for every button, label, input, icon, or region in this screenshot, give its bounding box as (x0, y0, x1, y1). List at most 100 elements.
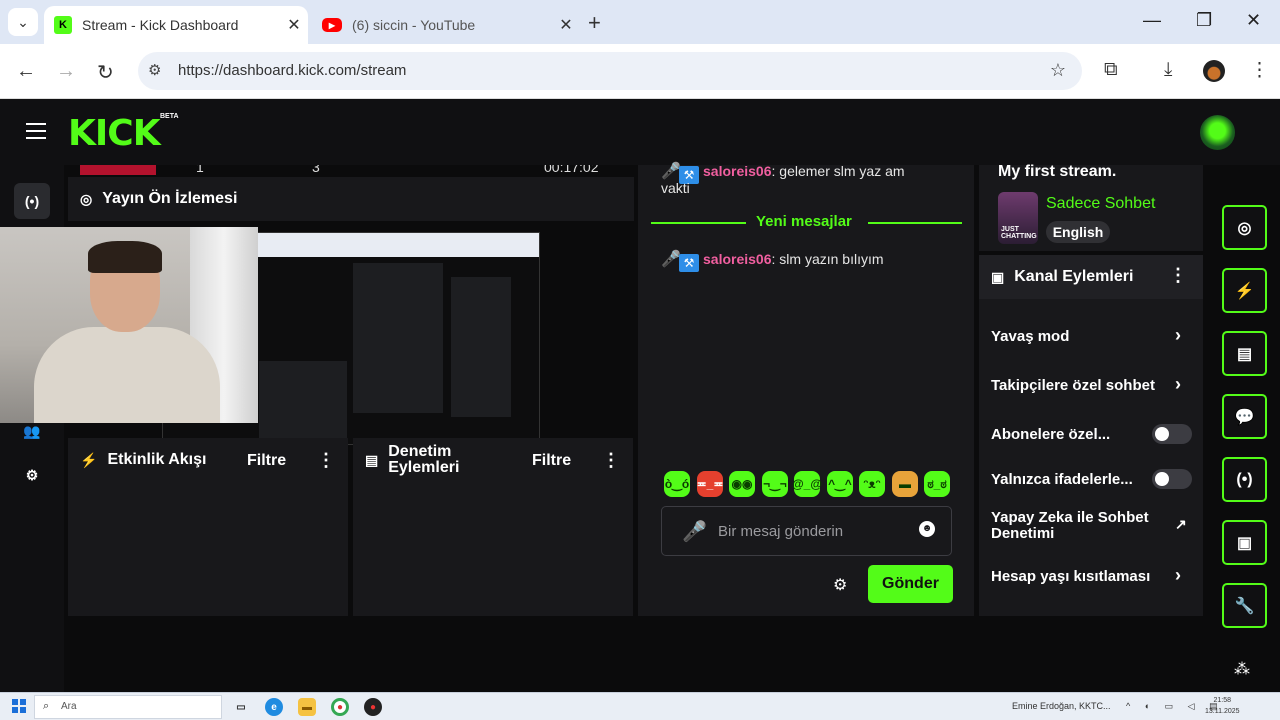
category-link[interactable]: Sadece Sohbet (1046, 195, 1155, 213)
emote-angel-icon[interactable]: ò‿ó (664, 471, 690, 497)
more-options-icon[interactable]: ⋮ (1169, 265, 1187, 286)
preview-actions (451, 277, 511, 417)
windows-start-icon[interactable] (12, 699, 26, 713)
emote-grin-icon[interactable]: ^‿^ (827, 471, 853, 497)
category-thumbnail: JUST CHATTING (998, 192, 1038, 244)
preview-toggle-icon[interactable]: ◎ (1222, 205, 1267, 250)
menu-icon[interactable]: ⋮ (1250, 59, 1269, 82)
channel-actions-toggle-icon[interactable]: ▣ (1222, 520, 1267, 565)
kick-logo[interactable]: KICK (68, 113, 161, 154)
user-avatar[interactable] (1200, 115, 1235, 150)
chrome-icon[interactable]: ● (331, 698, 349, 716)
extensions-icon[interactable]: ⧉ (1104, 59, 1118, 81)
send-button[interactable]: Gönder (868, 565, 953, 603)
news-widget[interactable]: Emine Erdoğan, KKTC... (1012, 701, 1111, 711)
tab-kick-dashboard[interactable]: K Stream - Kick Dashboard ✕ (44, 6, 308, 44)
bookmark-star-icon[interactable]: ☆ (1050, 60, 1066, 81)
forward-button[interactable]: → (56, 60, 76, 83)
stream-nav-icon[interactable]: (•) (14, 183, 50, 219)
chat-text: : gelemer slm yaz am (771, 163, 905, 179)
emote-dizzy-icon[interactable]: @_@ (792, 471, 822, 497)
tools-toggle-icon[interactable]: 🔧 (1222, 583, 1267, 628)
windows-taskbar: ⌕ Ara ▭ e ▬ ● ● Emine Erdoğan, KKTC... ^… (0, 692, 1280, 720)
chevron-right-icon[interactable]: › (1175, 374, 1181, 395)
chat-settings-icon[interactable]: ⚙ (833, 575, 847, 595)
panel-header: ▤ Denetim Eylemleri (353, 438, 633, 482)
chevron-right-icon[interactable]: › (1175, 565, 1181, 586)
account-age-label[interactable]: Hesap yaşı kısıtlaması (991, 568, 1150, 585)
uptime-value: 00:17:02 (544, 165, 599, 175)
chat-text-continued: vakti (661, 180, 690, 196)
more-options-icon[interactable]: ⋮ (602, 450, 620, 471)
clock-date: 13.11.2025 (1205, 708, 1240, 715)
url-text: https://dashboard.kick.com/stream (178, 62, 407, 79)
panel-title: Yayın Ön İzlemesi (102, 190, 238, 207)
emote-clown-icon[interactable]: ◉◉ (729, 471, 755, 497)
more-options-icon[interactable]: ⋮ (317, 450, 335, 471)
browser-profile-avatar[interactable] (1203, 60, 1225, 82)
channel-actions-icon: ▣ (991, 268, 1005, 285)
preview-panels (259, 361, 347, 441)
emoji-picker-icon[interactable]: ☻ (919, 521, 935, 537)
download-icon[interactable]: ⤓ (1164, 59, 1172, 81)
chat-input[interactable]: 🎤 Bir mesaj gönderin ☻ (661, 506, 952, 556)
chevron-right-icon[interactable]: › (1175, 325, 1181, 346)
filter-button[interactable]: Filtre (247, 452, 286, 470)
taskbar-search-placeholder: Ara (61, 701, 77, 712)
file-explorer-icon[interactable]: ▬ (298, 698, 316, 716)
url-field[interactable]: ⚙ https://dashboard.kick.com/stream ☆ (138, 52, 1082, 90)
emote-grimace-icon[interactable]: ಠ_ಠ (924, 471, 950, 497)
followers-only-label[interactable]: Takipçilere özel sohbet (991, 377, 1159, 394)
edge-icon[interactable]: e (265, 698, 283, 716)
ai-moderation-label[interactable]: Yapay Zeka ile Sohbet Denetimi (991, 510, 1161, 542)
kick-header: KICK BETA (0, 99, 1280, 165)
emote-burger-icon[interactable]: ▬ (892, 471, 918, 497)
recorder-icon[interactable]: ● (364, 698, 382, 716)
minimize-button[interactable]: — (1143, 10, 1161, 31)
settings-nav-icon[interactable]: ⚙ (14, 457, 50, 493)
note-icon: ▤ (365, 451, 379, 468)
close-icon[interactable]: ✕ (552, 15, 580, 35)
stat-value: 1 (196, 165, 204, 175)
activity-toggle-icon[interactable]: ⚡ (1222, 268, 1267, 313)
close-icon[interactable]: ✕ (280, 15, 308, 35)
external-link-icon[interactable]: ↗ (1175, 516, 1187, 533)
reload-button[interactable]: ↻ (97, 60, 114, 85)
chat-message: 🎤 ⚒ saloreis06: slm yazın bılıyım (661, 249, 884, 272)
stream-title[interactable]: My first stream. (998, 163, 1116, 181)
moderation-actions-panel: ▤ Denetim Eylemleri Filtre ⋮ (353, 438, 633, 616)
youtube-icon: ▶ (322, 18, 342, 32)
tab-youtube[interactable]: ▶ (6) siccin - YouTube ✕ (312, 6, 580, 44)
stats-strip: 1 3 00:17:02 (68, 165, 634, 175)
emote-only-label: Yalnızca ifadelerle... (991, 471, 1133, 488)
taskbar-search[interactable]: ⌕ Ara (34, 695, 222, 719)
chat-toggle-icon[interactable]: 💬 (1222, 394, 1267, 439)
chat-username[interactable]: saloreis06 (703, 163, 772, 179)
hamburger-menu-icon[interactable] (26, 123, 46, 139)
back-button[interactable]: ← (16, 60, 36, 83)
subscribers-only-label: Abonelere özel... (991, 426, 1111, 443)
emote-only-toggle[interactable] (1152, 469, 1192, 489)
person-body (34, 327, 220, 423)
emote-smirk-icon[interactable]: ¬‿¬ (762, 471, 788, 497)
clock[interactable]: 21:58 13.11.2025 (1205, 695, 1240, 717)
emote-angry-icon[interactable]: ≖_≖ (697, 471, 723, 497)
site-info-icon[interactable]: ⚙ (148, 61, 161, 79)
layout-icon[interactable]: ⁂ (1234, 659, 1250, 679)
panel-title: Kanal Eylemleri (1014, 268, 1134, 285)
slow-mode-label[interactable]: Yavaş mod (991, 328, 1069, 345)
tab-search-button[interactable]: ⌄ (8, 8, 38, 36)
filter-button[interactable]: Filtre (532, 452, 571, 470)
live-badge (80, 165, 156, 175)
subscribers-only-toggle[interactable] (1152, 424, 1192, 444)
emote-happy-icon[interactable]: ᵔᴥᵔ (859, 471, 885, 497)
new-tab-button[interactable]: + (588, 10, 601, 36)
mod-badge-icon: ⚒ (679, 254, 699, 272)
chat-username[interactable]: saloreis06 (703, 251, 772, 267)
restore-button[interactable]: ❐ (1196, 10, 1212, 31)
close-window-button[interactable]: ✕ (1246, 10, 1261, 31)
task-view-icon[interactable]: ▭ (232, 698, 250, 716)
language-pill[interactable]: English (1046, 221, 1110, 243)
stream-toggle-icon[interactable]: (•) (1222, 457, 1267, 502)
moderation-toggle-icon[interactable]: ▤ (1222, 331, 1267, 376)
